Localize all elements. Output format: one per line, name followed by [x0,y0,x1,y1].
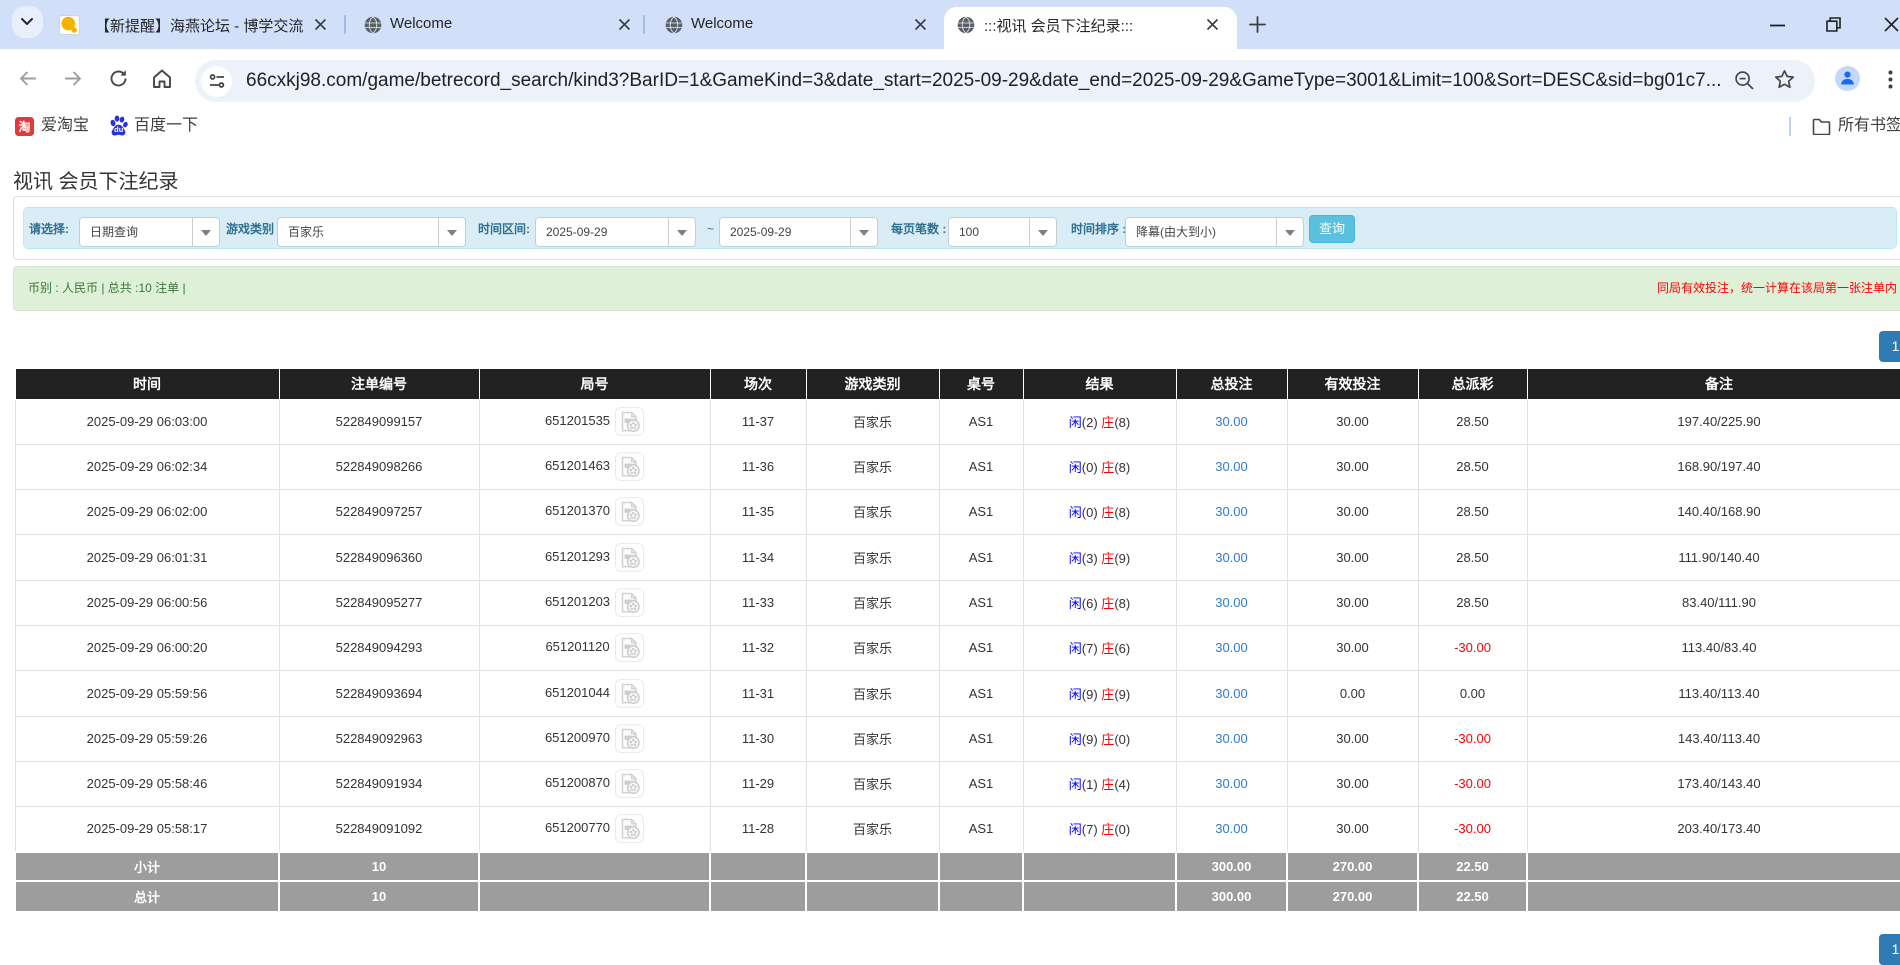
svg-text:淘: 淘 [18,119,30,134]
svg-text:du: du [114,125,124,134]
